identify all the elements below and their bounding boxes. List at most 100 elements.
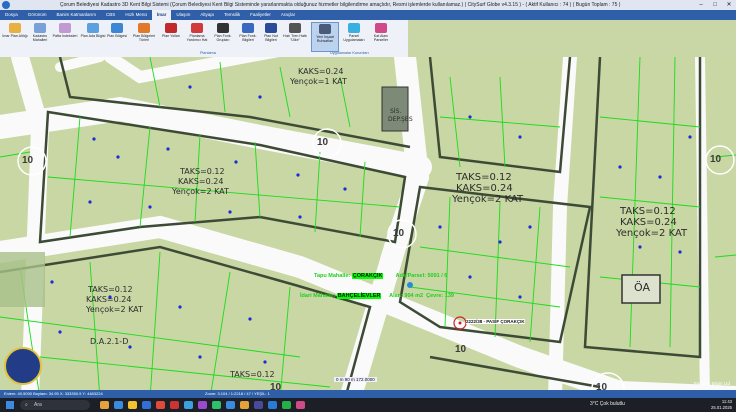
tab-gorunum[interactable]: Görünüm <box>23 10 52 20</box>
map-view[interactable]: KAKS=0.24 Yençok=1 KAT SİS. DEP.ŞBS TAKS… <box>0 57 736 399</box>
ribbon-button[interactable]: Yeni İnşaat Ruhsatları <box>311 22 339 52</box>
map-credit: Pathaus Bilgin Ltd <box>693 381 730 386</box>
taskbar-search[interactable]: ⌕ Ara <box>20 400 90 410</box>
ribbon-button[interactable]: Plan Bölgeleri Türleri <box>131 22 157 50</box>
taskbar-app-icon[interactable] <box>268 401 277 409</box>
ribbon-button[interactable]: Hızlı Tren Hattı "Ülke" <box>282 22 308 50</box>
ribbon-toolbar: İmar Plan Altlığı Kadastro Mahalleri Pafta… <box>0 20 408 58</box>
tab-ulasim[interactable]: Ulaşım <box>171 10 195 20</box>
tab-cbs[interactable]: CBS <box>101 10 120 20</box>
menu-bar: Dosya Görünüm Banim Katmanlarım CBS Hızl… <box>0 10 736 20</box>
ribbon-button-label: Yeni İnşaat Ruhsatları <box>316 35 334 43</box>
taskbar-app-icon[interactable] <box>100 401 109 409</box>
tab-imar[interactable]: İmar <box>151 10 172 20</box>
taskbar-app-icon[interactable] <box>282 401 291 409</box>
parcel-point <box>92 137 96 141</box>
taskbar-app-icon[interactable] <box>254 401 263 409</box>
parcel-point <box>188 85 192 89</box>
parcel-point <box>618 165 622 169</box>
scale-bar: 0 m 90 m 172.0000 <box>334 377 377 382</box>
taskbar-app-icon[interactable] <box>142 401 151 409</box>
function-group-icon <box>217 23 229 33</box>
parcel-point <box>116 155 120 159</box>
ribbon-button-label: Plan Yolları <box>162 34 180 38</box>
taskbar-app-icon[interactable] <box>212 401 221 409</box>
ribbon-button[interactable]: Plan Not Bilgileri <box>258 22 284 50</box>
map-label: D.A.2.1-D <box>90 337 129 346</box>
tab-araclar[interactable]: Araçlar <box>276 10 300 20</box>
taskbar-app-icon[interactable] <box>198 401 207 409</box>
ribbon-button-label: Parsel Uygulamaları <box>343 34 365 42</box>
ribbon-button-label: Plan Bölgeleri Türleri <box>132 34 156 42</box>
parcel-point <box>50 280 54 284</box>
road-width-label: 10 <box>22 155 34 166</box>
idari-mahalle-value: BAHÇELİEVLER <box>336 293 382 299</box>
parcel-info-row1: Tapu Mahalle: ÇORAKÇIK Ada/Parsel: 5091 … <box>314 273 448 279</box>
parcel-point <box>228 210 232 214</box>
taskbar-app-icon[interactable] <box>170 401 179 409</box>
parcel-point <box>58 330 62 334</box>
maximize-button[interactable]: □ <box>708 0 722 10</box>
ribbon-button[interactable]: Plan Yolları <box>158 22 184 50</box>
parcel-point <box>148 205 152 209</box>
ribbon-button[interactable]: İmar Plan Altlığı <box>2 22 28 50</box>
map-label: DEP.ŞBS <box>388 116 413 123</box>
map-label: TAKS=0.12 <box>620 206 676 217</box>
ribbon-button[interactable]: Parsel Uygulamaları <box>341 22 367 50</box>
tab-faaliyetler[interactable]: Faaliyetler <box>245 10 276 20</box>
tab-dosya[interactable]: Dosya <box>0 10 23 20</box>
ribbon-button[interactable]: Kat Alanı Parseller <box>368 22 394 50</box>
taskbar-app-icon[interactable] <box>296 401 305 409</box>
tab-katmanlar[interactable]: Banim Katmanlarım <box>52 10 102 20</box>
parcel-point <box>468 115 472 119</box>
parcel-point <box>166 147 170 151</box>
app-logo-icon <box>2 1 10 9</box>
taskbar-app-icon[interactable] <box>114 401 123 409</box>
ribbon-button[interactable]: Planlama Yardımcı Hat <box>184 22 210 50</box>
ribbon-button-label: Plan Bölgesi <box>107 34 127 38</box>
ribbon-button[interactable]: Kadastro Mahalleri <box>27 22 53 50</box>
tab-temsilik[interactable]: Temsilik <box>219 10 245 20</box>
parcel-point <box>128 345 132 349</box>
ribbon-button-label: İmar Plan Altlığı <box>2 34 28 38</box>
ribbon-button[interactable]: Plan Ada Bilgisi <box>80 22 106 50</box>
ribbon-button-label: Kat Alanı Parseller <box>373 34 389 42</box>
road-width-label: 10 <box>317 137 329 148</box>
parcel-point <box>198 355 202 359</box>
taskbar-app-icon[interactable] <box>184 401 193 409</box>
minimize-button[interactable]: – <box>694 0 708 10</box>
ribbon-button[interactable]: Plan Fonk. Grupları <box>210 22 236 50</box>
tab-altyapi[interactable]: Altyapı <box>195 10 219 20</box>
map-label: KAKS=0.24 <box>86 295 132 304</box>
taskbar-app-icon[interactable] <box>128 401 137 409</box>
ribbon-button[interactable]: Plan Bölgesi <box>104 22 130 50</box>
alan-value: 904 m2 <box>404 293 424 299</box>
parcel-point <box>468 275 472 279</box>
hatched-area <box>0 252 45 307</box>
weather-widget[interactable]: 3°C Çok bulutlu <box>590 401 625 407</box>
parcel-point <box>178 305 182 309</box>
taskbar-app-icon[interactable] <box>226 401 235 409</box>
helper-line-icon <box>191 23 203 33</box>
system-clock[interactable]: 11:43 25.01.2025 <box>711 399 732 411</box>
taskbar-app-icon[interactable] <box>240 401 249 409</box>
taskbar: ⌕ Ara 3°C Çok bulutlu 11:43 25.01.2025 <box>0 398 736 412</box>
search-icon: ⌕ <box>25 402 28 408</box>
map-label: KAKS=0.24 <box>298 67 344 76</box>
parcel-point <box>678 250 682 254</box>
ribbon-button[interactable]: Pafta İndeksleri <box>52 22 78 50</box>
building-icon <box>319 24 331 34</box>
index-icon <box>59 23 71 33</box>
title-bar: Çorum Belediyesi Kadastro 3D Kent Bilgi … <box>0 0 736 10</box>
parcel-point <box>343 187 347 191</box>
taskbar-app-icon[interactable] <box>156 401 165 409</box>
close-button[interactable]: ✕ <box>722 0 736 10</box>
coordinate-readout: Enlem: 40.5000 Boylam: 34.95 X: 333350.9… <box>4 391 103 396</box>
parcel-point <box>248 317 252 321</box>
windows-start-icon[interactable] <box>6 401 14 409</box>
ribbon-button-label: Hızlı Tren Hattı "Ülke" <box>283 34 307 42</box>
selected-point-label: 2222/38 - PASİF ÇORAKÇIK <box>466 319 525 324</box>
parcel-point <box>658 175 662 179</box>
parcel-point <box>518 135 522 139</box>
tab-hizli-menu[interactable]: Hızlı Menü <box>120 10 152 20</box>
